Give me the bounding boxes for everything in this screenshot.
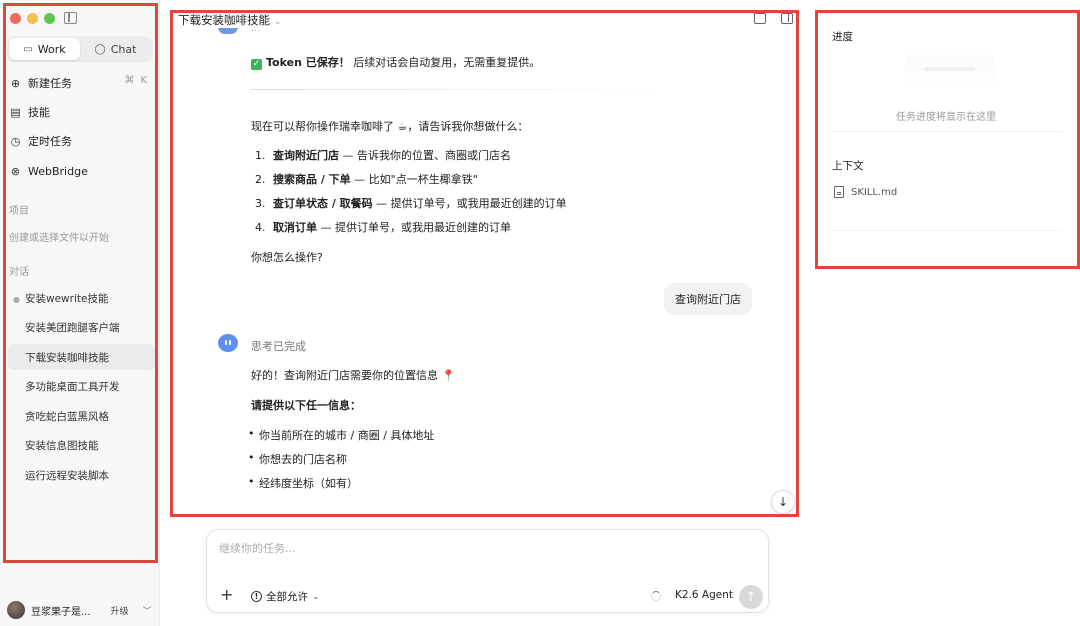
composer-input[interactable]: 继续你的任务... (219, 540, 296, 556)
chevron-down-icon: ⌄ (312, 591, 320, 602)
progress-empty-text: 任务进度将显示在这里 (896, 112, 996, 123)
permission-label: 全部允许 (266, 591, 308, 603)
chevron-down-icon[interactable]: ﹀ (143, 604, 152, 617)
context-title: 上下文 (832, 160, 864, 172)
loading-spinner-icon (651, 591, 661, 601)
info-icon: ! (251, 591, 262, 602)
user-account-row[interactable]: 豆浆果子是... 升级 ﹀ (7, 600, 157, 620)
empty-progress-illustration (905, 55, 995, 91)
model-selector[interactable]: K2.6 Agent (675, 589, 733, 601)
arrow-up-icon: ↑ (745, 589, 757, 605)
permission-dropdown[interactable]: ! 全部允许 ⌄ (251, 589, 320, 604)
progress-title: 进度 (832, 31, 853, 43)
user-name: 豆浆果子是... (31, 606, 91, 618)
divider (832, 131, 1062, 132)
file-name: SKILL.md (851, 186, 898, 198)
divider (832, 230, 1062, 231)
file-icon (834, 186, 844, 198)
context-file-item[interactable]: SKILL.md (834, 186, 897, 198)
upgrade-button[interactable]: 升级 (111, 604, 129, 617)
message-composer[interactable]: 继续你的任务... + ! 全部允许 ⌄ K2.6 Agent ↑ (206, 529, 769, 613)
app-window: ▭ Work ◯ Chat ⊕ 新建任务 ⌘K ▤ 技能 ◷ 定时任务 ⊗ We… (0, 0, 1080, 626)
add-attachment-icon[interactable]: + (220, 585, 233, 604)
sidebar-highlight-box (3, 3, 158, 563)
avatar (7, 601, 25, 619)
main-highlight-box (170, 10, 799, 517)
send-button[interactable]: ↑ (739, 585, 763, 609)
